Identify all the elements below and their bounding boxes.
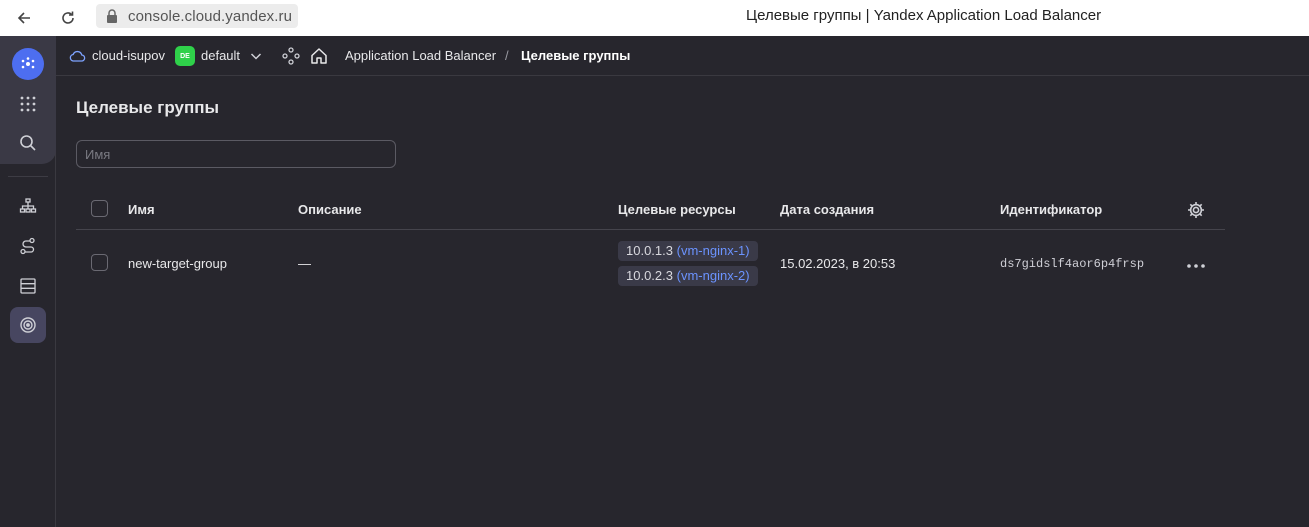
target-icon[interactable] xyxy=(10,307,46,343)
table-row[interactable]: new-target-group — 10.0.1.3 (vm-nginx-1)… xyxy=(76,230,1225,296)
row-checkbox[interactable] xyxy=(91,254,108,271)
gear-icon[interactable] xyxy=(1186,200,1206,220)
window-title: Целевые группы | Yandex Application Load… xyxy=(746,7,1102,24)
lock-icon xyxy=(102,6,122,26)
chevron-down-icon[interactable] xyxy=(249,49,263,63)
resource-ip: 10.0.2.3 xyxy=(626,268,673,283)
table-header: Имя Описание Целевые ресурсы Дата создан… xyxy=(76,190,1225,230)
console-header: cloud-isupov DE default Application Load… xyxy=(56,36,1309,76)
reload-icon[interactable] xyxy=(56,6,80,30)
resource-vm-link[interactable]: (vm-nginx-1) xyxy=(677,243,750,258)
folder-selector[interactable]: default xyxy=(201,48,240,63)
address-bar[interactable]: console.cloud.yandex.ru xyxy=(96,4,299,28)
breadcrumb-current: Целевые группы xyxy=(521,48,631,63)
group-id: ds7gidslf4aor6p4frsp xyxy=(1000,257,1145,271)
resource-chip: 10.0.2.3 (vm-nginx-2) xyxy=(618,266,758,286)
service-icon[interactable] xyxy=(282,47,300,65)
grid-icon[interactable] xyxy=(10,86,46,122)
column-id[interactable]: Идентификатор xyxy=(1000,202,1102,217)
home-icon[interactable] xyxy=(309,46,329,66)
resource-chip: 10.0.1.3 (vm-nginx-1) xyxy=(618,241,758,261)
url-text: console.cloud.yandex.ru xyxy=(128,7,293,25)
cloud-selector[interactable]: cloud-isupov xyxy=(92,48,165,63)
network-icon[interactable] xyxy=(10,188,46,224)
route-icon[interactable] xyxy=(10,228,46,264)
column-description[interactable]: Описание xyxy=(298,202,362,217)
folder-badge: DE xyxy=(175,46,195,66)
storage-icon[interactable] xyxy=(10,268,46,304)
search-icon[interactable] xyxy=(10,125,46,161)
left-rail xyxy=(0,36,56,527)
target-groups-table: Имя Описание Целевые ресурсы Дата создан… xyxy=(76,190,1225,296)
resource-vm-link[interactable]: (vm-nginx-2) xyxy=(677,268,750,283)
column-name[interactable]: Имя xyxy=(128,202,155,217)
yc-logo-icon[interactable] xyxy=(12,48,44,80)
search-input[interactable] xyxy=(76,140,396,168)
select-all-checkbox[interactable] xyxy=(91,200,108,217)
resource-ip: 10.0.1.3 xyxy=(626,243,673,258)
column-created[interactable]: Дата создания xyxy=(780,202,874,217)
browser-toolbar: console.cloud.yandex.ru Целевые группы |… xyxy=(0,0,1309,36)
back-arrow-icon[interactable] xyxy=(12,6,36,30)
column-resources[interactable]: Целевые ресурсы xyxy=(618,202,736,217)
more-icon[interactable] xyxy=(1186,256,1206,268)
cloud-icon xyxy=(68,48,86,64)
created-date: 15.02.2023, в 20:53 xyxy=(780,256,896,271)
breadcrumb-separator: / xyxy=(505,48,509,63)
rail-divider xyxy=(8,176,48,177)
group-description: — xyxy=(298,256,311,271)
page-title: Целевые группы xyxy=(76,98,220,117)
group-name-link[interactable]: new-target-group xyxy=(128,256,227,271)
breadcrumb-service[interactable]: Application Load Balancer xyxy=(345,48,496,63)
